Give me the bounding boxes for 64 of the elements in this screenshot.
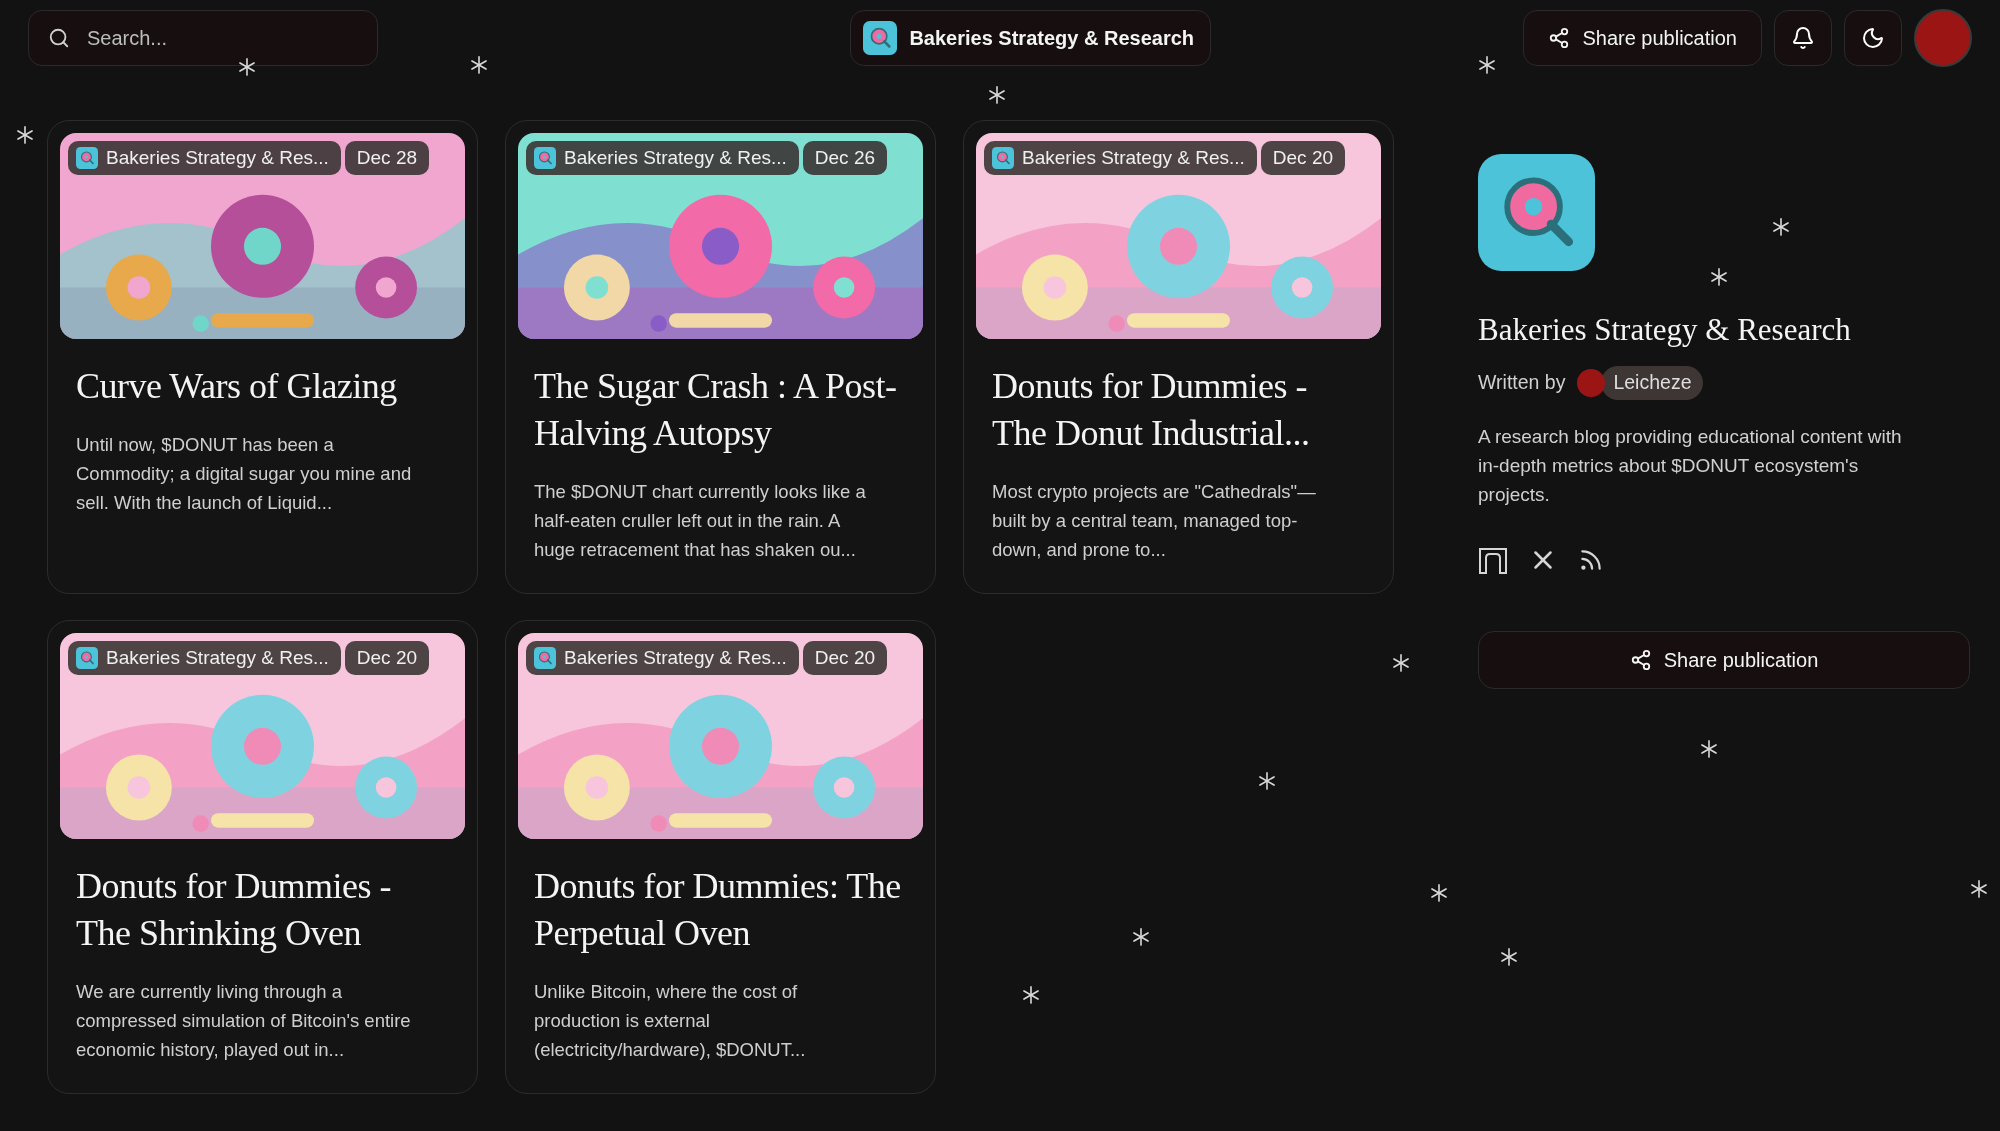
snowflake-icon <box>1710 268 1728 286</box>
snowflake-icon <box>1132 928 1150 946</box>
snowflake-icon <box>1392 654 1410 672</box>
publication-title: Bakeries Strategy & Research <box>1478 311 1852 349</box>
snowflake-icon <box>1772 218 1790 236</box>
date-chip: Dec 28 <box>344 141 430 175</box>
share-publication-button[interactable]: Share publication <box>1478 630 1970 689</box>
publication-chip[interactable]: Bakeries Strategy & Res... <box>526 641 799 675</box>
author-avatar <box>1577 368 1606 397</box>
post-card[interactable]: Bakeries Strategy & Res... Dec 20 Donuts for Dummies: The Perpetual Oven Unlike Bitcoin, where the cost of production is external (electricity/hardware), $DONUT... <box>505 620 936 1094</box>
post-title[interactable]: The Sugar Crash : A Post-Halving Autopsy <box>534 363 907 457</box>
written-by-label: Written by <box>1478 369 1566 395</box>
snowflake-icon <box>1500 948 1518 966</box>
publication-logo-icon <box>534 147 556 169</box>
moon-icon <box>1861 26 1885 50</box>
search-field[interactable]: Search... <box>28 10 378 66</box>
date-chip: Dec 20 <box>1260 141 1346 175</box>
snowflake-icon <box>470 56 488 74</box>
share-publication-button[interactable]: Share publication <box>1523 10 1762 66</box>
publication-logo-icon <box>1478 154 1595 271</box>
snowflake-icon <box>1478 56 1496 74</box>
publication-chip[interactable]: Bakeries Strategy & Res... <box>68 141 341 175</box>
publication-chip[interactable]: Bakeries Strategy & Res... <box>526 141 799 175</box>
date-chip: Dec 20 <box>344 641 430 675</box>
post-card[interactable]: Bakeries Strategy & Res... Dec 28 Curve Wars of Glazing Until now, $DONUT has been a Commodity; a digital sugar you mine and sell. With the launch of Liquid... <box>47 120 478 594</box>
publication-logo-icon <box>863 21 898 55</box>
publication-chip[interactable]: Bakeries Strategy & Res... <box>68 641 341 675</box>
snowflake-icon <box>1258 772 1276 790</box>
publication-logo-icon <box>76 147 98 169</box>
post-excerpt: Unlike Bitcoin, where the cost of production is external (electricity/hardware), $DONUT... <box>534 980 807 1062</box>
snowflake-icon <box>1970 880 1988 898</box>
share-icon <box>1548 27 1571 49</box>
publication-pill[interactable]: Bakeries Strategy & Research <box>850 10 1211 66</box>
post-excerpt: Most crypto projects are "Cathedrals"—built by a central team, managed top-down, and prone to... <box>992 480 1317 562</box>
post-excerpt: The $DONUT chart currently looks like a half-eaten cruller left out in the rain. A huge retracement that has shaken ou... <box>534 480 867 562</box>
search-icon <box>48 27 70 49</box>
date-chip: Dec 26 <box>802 141 888 175</box>
date-chip: Dec 20 <box>802 641 888 675</box>
theme-toggle-button[interactable] <box>1844 10 1902 66</box>
publication-logo-icon <box>534 647 556 669</box>
arch-icon[interactable] <box>1478 545 1508 574</box>
publication-logo-icon <box>992 147 1014 169</box>
publication-description: A research blog providing educational content with in-depth metrics about $DONUT ecosystem's projects. <box>1478 424 1903 507</box>
notifications-button[interactable] <box>1774 10 1832 66</box>
bell-icon <box>1791 26 1815 50</box>
post-excerpt: We are currently living through a compressed simulation of Bitcoin's entire economic history, played out in... <box>76 980 412 1062</box>
post-excerpt: Until now, $DONUT has been a Commodity; a digital sugar you mine and sell. With the launch of Liquid... <box>76 433 413 515</box>
post-title[interactable]: Donuts for Dummies - The Shrinking Oven <box>76 863 449 957</box>
post-title[interactable]: Curve Wars of Glazing <box>76 363 449 410</box>
share-icon <box>1629 648 1652 671</box>
snowflake-icon <box>1430 884 1448 902</box>
snowflake-icon <box>238 58 256 76</box>
publication-chip[interactable]: Bakeries Strategy & Res... <box>984 141 1257 175</box>
snowflake-icon <box>1700 740 1718 758</box>
publication-logo-icon <box>76 647 98 669</box>
post-title[interactable]: Donuts for Dummies: The Perpetual Oven <box>534 863 907 957</box>
snowflake-icon <box>988 86 1006 104</box>
author-chip[interactable]: Leicheze <box>1601 365 1704 400</box>
post-card[interactable]: Bakeries Strategy & Res... Dec 20 Donuts for Dummies - The Shrinking Oven We are currently living through a compressed simulation of Bitcoin's entire economic history, played out in... <box>47 620 478 1094</box>
post-card[interactable]: Bakeries Strategy & Res... Dec 20 Donuts for Dummies - The Donut Industrial... Most crypto projects are "Cathedrals"—built by a central team, managed top-down, and prone to... <box>963 120 1394 594</box>
snowflake-icon <box>16 126 34 144</box>
post-card[interactable]: Bakeries Strategy & Res... Dec 26 The Sugar Crash : A Post-Halving Autopsy The $DONUT chart currently looks like a half-eaten cruller left out in the rain. A huge retracement that has shaken ou... <box>505 120 936 594</box>
snowflake-icon <box>1022 986 1040 1004</box>
post-title[interactable]: Donuts for Dummies - The Donut Industrial... <box>992 363 1365 457</box>
